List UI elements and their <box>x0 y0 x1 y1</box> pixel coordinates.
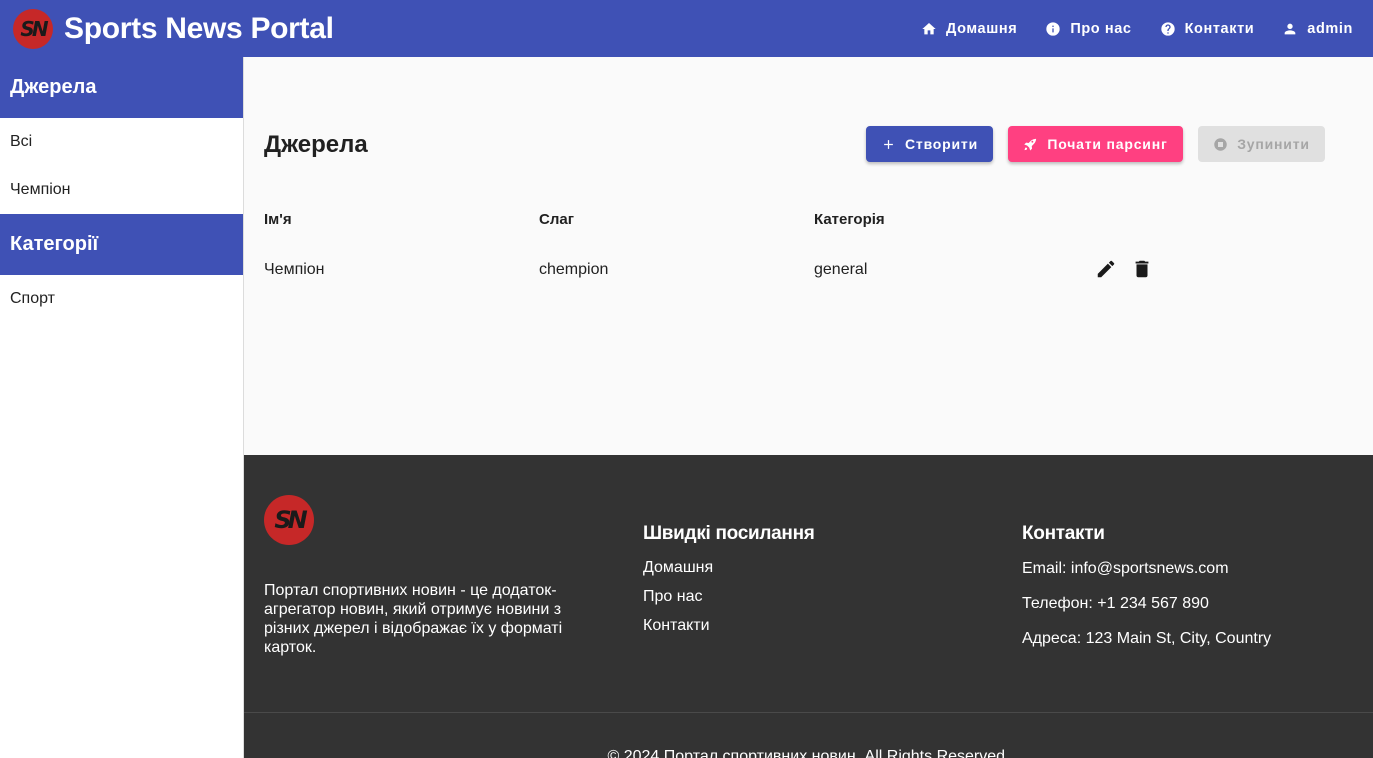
person-icon <box>1284 23 1296 34</box>
info-icon <box>1046 21 1060 36</box>
delete-button[interactable] <box>1131 258 1153 280</box>
nav-home[interactable]: Домашня <box>921 21 1017 37</box>
logo-text: SN <box>20 16 48 41</box>
footer-link-contacts[interactable]: Контакти <box>643 617 710 635</box>
start-parsing-button[interactable]: Почати парсинг <box>1008 126 1183 162</box>
rocket-icon <box>1024 138 1037 150</box>
home-icon <box>922 22 936 34</box>
stop-circle-icon <box>1214 137 1227 151</box>
nav-contacts[interactable]: Контакти <box>1160 21 1255 37</box>
sidebar-item-chempion[interactable]: Чемпіон <box>0 166 243 214</box>
nav-contacts-label: Контакти <box>1184 20 1255 37</box>
top-nav: Домашня Про нас Контакти admin <box>893 0 1353 57</box>
stop-button[interactable]: Зупинити <box>1198 126 1325 162</box>
sidebar-heading-sources: Джерела <box>0 57 243 118</box>
nav-user-admin[interactable]: admin <box>1282 21 1353 37</box>
nav-about[interactable]: Про нас <box>1045 21 1131 37</box>
footer-contacts-heading: Контакти <box>1022 523 1105 544</box>
footer-contact-phone: Телефон: +1 234 567 890 <box>1022 595 1209 612</box>
start-parsing-label: Почати парсинг <box>1047 136 1168 152</box>
nav-about-label: Про нас <box>1070 20 1132 37</box>
top-app-bar: SN Sports News Portal Домашня Про нас Ко… <box>0 0 1373 57</box>
nav-user-label: admin <box>1307 20 1353 37</box>
edit-button[interactable] <box>1095 258 1117 280</box>
column-header-slug: Слаг <box>539 211 574 228</box>
plus-icon <box>884 139 893 149</box>
footer-logo: SN <box>264 495 314 545</box>
footer-quick-links-heading: Швидкі посилання <box>643 523 815 544</box>
page-title: Джерела <box>264 131 368 158</box>
sidebar: Джерела Всі Чемпіон Категорії Спорт <box>0 57 243 758</box>
create-button-label: Створити <box>905 136 978 152</box>
trash-icon <box>1135 260 1149 278</box>
cell-category: general <box>814 261 868 278</box>
logo: SN <box>13 8 53 49</box>
cell-name: Чемпіон <box>264 261 325 278</box>
help-icon <box>1160 21 1175 36</box>
footer-copyright: © 2024 Портал спортивних новин. All Righ… <box>607 748 1010 758</box>
sidebar-item-all[interactable]: Всі <box>0 118 243 166</box>
column-header-category: Категорія <box>814 211 885 228</box>
sidebar-heading-categories: Категорії <box>0 214 243 275</box>
stop-button-label: Зупинити <box>1237 136 1310 152</box>
footer-divider <box>244 712 1373 713</box>
cell-slug: chempion <box>539 261 609 278</box>
create-button[interactable]: Створити <box>866 126 993 162</box>
pencil-icon <box>1097 260 1115 278</box>
footer-logo-text: SN <box>274 506 307 534</box>
main-content: Джерела Створити Почати парсинг Зупинити… <box>244 57 1373 455</box>
nav-home-label: Домашня <box>946 20 1018 37</box>
footer-about-text: Портал спортивних новин - це додаток-агр… <box>264 582 563 656</box>
footer-contact-email: Email: info@sportsnews.com <box>1022 560 1229 577</box>
footer-link-home[interactable]: Домашня <box>643 559 713 577</box>
sidebar-item-sport[interactable]: Спорт <box>0 275 243 323</box>
footer-link-about[interactable]: Про нас <box>643 588 702 606</box>
app-title: Sports News Portal <box>64 11 334 45</box>
footer-contact-address: Адреса: 123 Main St, City, Country <box>1022 630 1272 647</box>
column-header-name: Ім'я <box>264 211 292 228</box>
footer: SN Портал спортивних новин - це додаток-… <box>244 455 1373 758</box>
brand-home-link[interactable]: SN Sports News Portal <box>13 8 334 49</box>
